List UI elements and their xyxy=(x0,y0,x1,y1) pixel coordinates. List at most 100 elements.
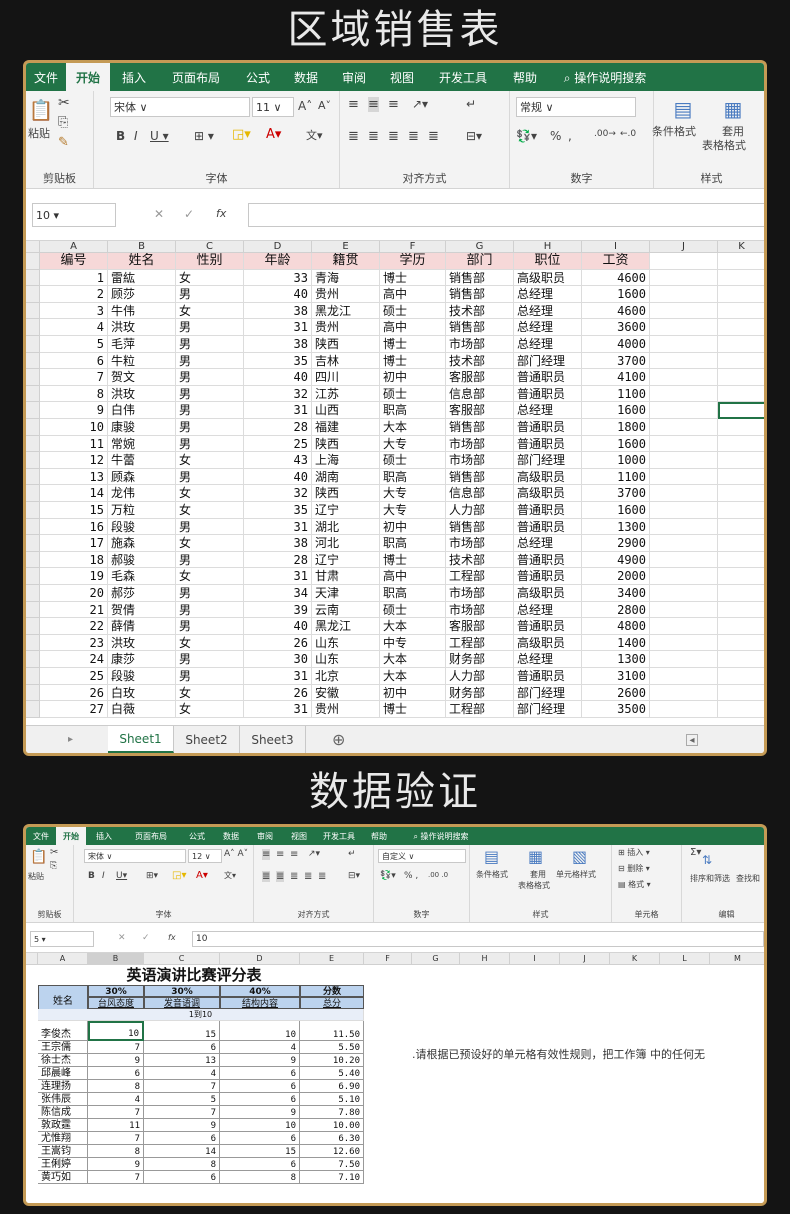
table-cell[interactable]: 总经理 xyxy=(514,286,582,303)
empty-cell[interactable] xyxy=(718,485,764,502)
score-cell[interactable]: 9 xyxy=(88,1054,144,1067)
table-cell[interactable]: 白伟 xyxy=(108,402,176,419)
row-header[interactable] xyxy=(26,302,40,320)
tab-10[interactable]: ⌕ 操作说明搜索 xyxy=(550,63,660,91)
col-header-B[interactable]: B xyxy=(88,953,144,965)
table-cell[interactable]: 1800 xyxy=(582,419,650,436)
table-cell[interactable]: 31 xyxy=(244,402,312,419)
tab-1[interactable]: 开始 xyxy=(66,63,110,91)
table-cell[interactable]: 青海 xyxy=(312,269,380,287)
tab-6[interactable]: 审阅 xyxy=(330,63,378,91)
table-cell[interactable]: 女 xyxy=(176,535,244,552)
table-cell[interactable]: 湖南 xyxy=(312,468,380,486)
table-cell[interactable]: 男 xyxy=(176,668,244,685)
table-cell[interactable]: 男 xyxy=(176,651,244,668)
empty-cell[interactable] xyxy=(650,435,718,453)
col-header-E[interactable]: E xyxy=(312,241,380,253)
enter-icon[interactable]: ✓ xyxy=(184,207,194,221)
empty-cell[interactable] xyxy=(718,701,764,718)
table-cell[interactable]: 销售部 xyxy=(446,518,514,536)
table-cell[interactable]: 普通职员 xyxy=(514,502,582,519)
table-cell[interactable]: 女 xyxy=(176,568,244,585)
table-cell[interactable]: 总经理 xyxy=(514,402,582,419)
table-cell[interactable]: 贵州 xyxy=(312,701,380,718)
score-cell[interactable]: 8 xyxy=(88,1080,144,1093)
table-cell[interactable]: 2000 xyxy=(582,568,650,585)
empty-cell[interactable] xyxy=(650,336,718,353)
grow-font-icon[interactable]: A˄ xyxy=(298,99,312,113)
score-cell[interactable]: 6 xyxy=(220,1093,300,1106)
indent-increase-icon[interactable]: ≣ xyxy=(428,129,439,144)
score-cell[interactable]: 7 xyxy=(88,1041,144,1054)
cut-icon[interactable]: ✂ xyxy=(50,847,58,858)
table-cell[interactable]: 14 xyxy=(40,485,108,502)
row-header[interactable] xyxy=(26,668,40,685)
table-cell[interactable]: 女 xyxy=(176,269,244,287)
table-header-cell[interactable]: 工资 xyxy=(582,253,650,270)
table-cell[interactable]: 工程部 xyxy=(446,568,514,585)
table-cell[interactable]: 4600 xyxy=(582,269,650,287)
table-cell[interactable]: 陕西 xyxy=(312,336,380,353)
tab-1[interactable]: 开始 xyxy=(56,827,86,845)
table-cell[interactable]: 毛森 xyxy=(108,568,176,585)
table-cell[interactable]: 山西 xyxy=(312,402,380,419)
align-right-icon[interactable]: ≣ xyxy=(388,129,399,144)
table-cell[interactable]: 段骏 xyxy=(108,668,176,685)
table-cell[interactable]: 40 xyxy=(244,369,312,386)
percent-icon[interactable]: % , xyxy=(404,871,418,881)
table-cell[interactable]: 职高 xyxy=(380,535,446,552)
table-cell[interactable]: 硕士 xyxy=(380,601,446,619)
row-header[interactable] xyxy=(26,535,40,552)
col-header-F[interactable]: F xyxy=(380,241,446,253)
empty-cell[interactable] xyxy=(718,369,764,386)
table-cell[interactable]: 郝莎 xyxy=(108,585,176,602)
table-cell[interactable]: 32 xyxy=(244,485,312,502)
table-cell[interactable]: 27 xyxy=(40,701,108,718)
empty-cell[interactable] xyxy=(718,419,764,436)
table-cell[interactable]: 大本 xyxy=(380,651,446,668)
score-cell[interactable]: 15 xyxy=(220,1145,300,1158)
table-cell[interactable]: 陕西 xyxy=(312,435,380,453)
contestant-name[interactable]: 黄巧如 xyxy=(38,1171,88,1184)
table-cell[interactable]: 男 xyxy=(176,585,244,602)
col-header-K[interactable]: K xyxy=(718,241,764,253)
empty-cell[interactable] xyxy=(650,253,718,270)
table-cell[interactable]: 女 xyxy=(176,302,244,320)
empty-cell[interactable] xyxy=(718,436,764,453)
empty-cell[interactable] xyxy=(718,270,764,287)
merge-center-icon[interactable]: ⊟▾ xyxy=(348,871,360,881)
empty-cell[interactable] xyxy=(718,668,764,685)
sheet-tab-Sheet3[interactable]: Sheet3 xyxy=(240,726,306,753)
row-header[interactable] xyxy=(26,452,40,469)
table-cell[interactable]: 5 xyxy=(40,336,108,353)
empty-cell[interactable] xyxy=(650,568,718,585)
row-header[interactable] xyxy=(26,485,40,502)
table-cell[interactable]: 9 xyxy=(40,402,108,419)
table-cell[interactable]: 1100 xyxy=(582,468,650,486)
bold-icon[interactable]: B xyxy=(88,871,95,881)
table-cell[interactable]: 技术部 xyxy=(446,352,514,370)
bold-icon[interactable]: B xyxy=(116,129,125,143)
table-cell[interactable]: 博士 xyxy=(380,701,446,718)
row-header[interactable] xyxy=(26,585,40,602)
empty-cell[interactable] xyxy=(718,286,764,303)
score-cell[interactable]: 6 xyxy=(144,1132,220,1145)
table-cell[interactable]: 1600 xyxy=(582,402,650,419)
cell-style-icon[interactable]: ▧ xyxy=(572,847,587,866)
paste-label[interactable]: 粘贴 xyxy=(28,125,50,141)
table-cell[interactable]: 1100 xyxy=(582,385,650,403)
empty-cell[interactable] xyxy=(650,452,718,469)
col-header-G[interactable]: G xyxy=(446,241,514,253)
empty-cell[interactable] xyxy=(650,535,718,552)
table-cell[interactable]: 男 xyxy=(176,618,244,635)
table-cell[interactable]: 男 xyxy=(176,336,244,353)
table-cell[interactable]: 4900 xyxy=(582,551,650,569)
table-cell[interactable]: 甘肃 xyxy=(312,568,380,585)
score-cell[interactable]: 6 xyxy=(220,1067,300,1080)
tab-2[interactable]: 插入 xyxy=(110,63,158,91)
row-header[interactable] xyxy=(26,435,40,453)
table-cell[interactable]: 段骏 xyxy=(108,518,176,536)
table-cell[interactable]: 职高 xyxy=(380,468,446,486)
conditional-format-icon[interactable]: ▤ xyxy=(484,847,499,866)
table-cell[interactable]: 客服部 xyxy=(446,369,514,386)
